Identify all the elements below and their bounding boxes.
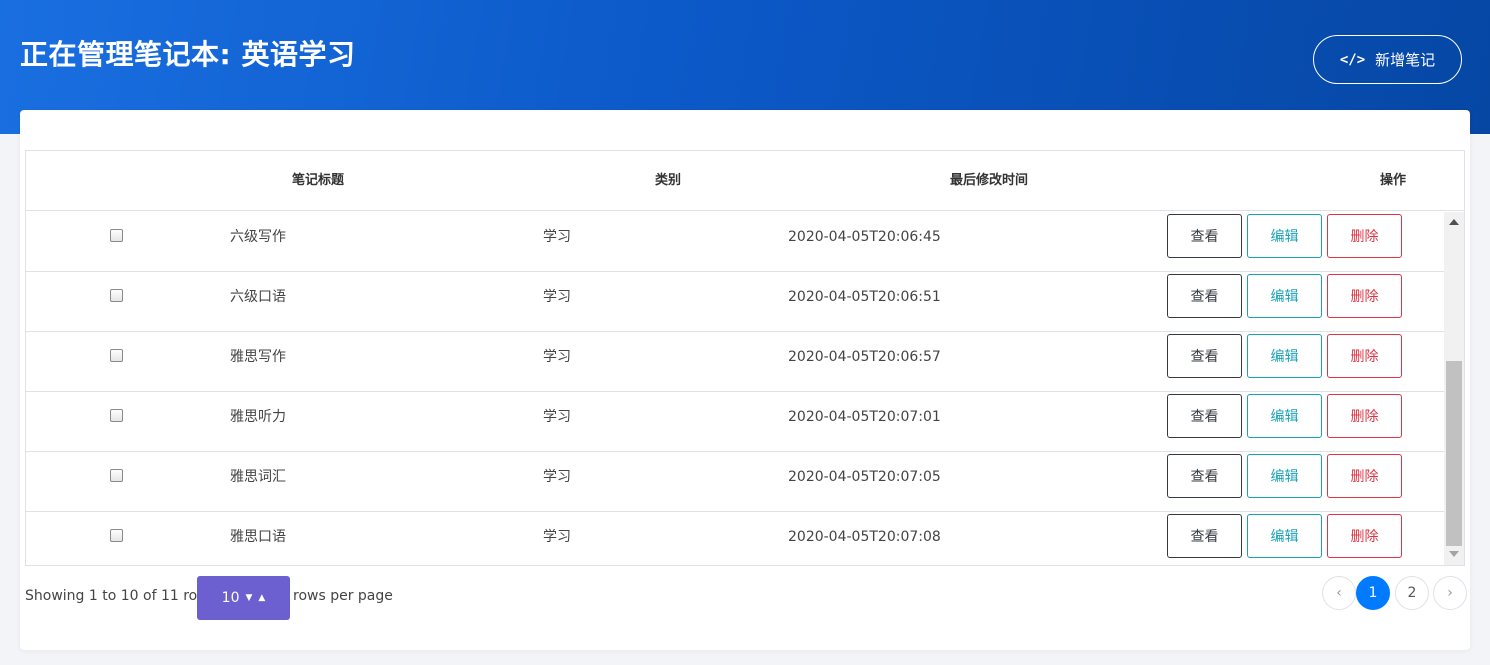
note-category: 学习 bbox=[543, 229, 571, 245]
edit-button[interactable]: 编辑 bbox=[1247, 394, 1322, 438]
note-title: 六级写作 bbox=[230, 229, 286, 245]
table-row: 六级口语 学习 2020-04-05T20:06:51 查看 编辑 删除 bbox=[26, 272, 1444, 332]
table-header: 笔记标题 类别 最后修改时间 操作 bbox=[26, 151, 1464, 211]
note-category: 学习 bbox=[543, 349, 571, 365]
note-modified: 2020-04-05T20:07:08 bbox=[788, 529, 941, 545]
caret-down-icon: ▼ bbox=[245, 593, 253, 603]
page-button-2[interactable]: 2 bbox=[1395, 576, 1429, 610]
note-category: 学习 bbox=[543, 529, 571, 545]
table-row: 雅思写作 学习 2020-04-05T20:06:57 查看 编辑 删除 bbox=[26, 332, 1444, 392]
view-button[interactable]: 查看 bbox=[1167, 514, 1242, 558]
scroll-up-arrow-icon[interactable] bbox=[1449, 219, 1459, 225]
delete-button[interactable]: 删除 bbox=[1327, 514, 1402, 558]
delete-button[interactable]: 删除 bbox=[1327, 394, 1402, 438]
page-title: 正在管理笔记本: 英语学习 bbox=[20, 38, 356, 71]
page-size-value: 10 bbox=[221, 590, 240, 606]
scroll-thumb[interactable] bbox=[1446, 361, 1462, 546]
page-button-1[interactable]: 1 bbox=[1356, 576, 1390, 610]
notes-table: 笔记标题 类别 最后修改时间 操作 六级写作 学习 2020-04-05T20:… bbox=[25, 150, 1465, 566]
note-title: 雅思词汇 bbox=[230, 469, 286, 485]
row-checkbox[interactable] bbox=[110, 349, 123, 362]
code-icon: </> bbox=[1339, 51, 1366, 68]
table-scrollbar[interactable] bbox=[1444, 212, 1464, 565]
view-button[interactable]: 查看 bbox=[1167, 394, 1242, 438]
note-modified: 2020-04-05T20:07:01 bbox=[788, 409, 941, 425]
edit-button[interactable]: 编辑 bbox=[1247, 514, 1322, 558]
note-title: 六级口语 bbox=[230, 289, 286, 305]
table-row: 雅思听力 学习 2020-04-05T20:07:01 查看 编辑 删除 bbox=[26, 392, 1444, 452]
note-category: 学习 bbox=[543, 409, 571, 425]
previous-page-button[interactable]: ‹ bbox=[1322, 576, 1356, 610]
new-note-button[interactable]: </> 新增笔记 bbox=[1313, 35, 1462, 84]
note-modified: 2020-04-05T20:06:45 bbox=[788, 229, 941, 245]
row-checkbox[interactable] bbox=[110, 289, 123, 302]
note-title: 雅思听力 bbox=[230, 409, 286, 425]
table-body: 六级写作 学习 2020-04-05T20:06:45 查看 编辑 删除 六级口… bbox=[26, 212, 1444, 565]
row-checkbox[interactable] bbox=[110, 409, 123, 422]
table-row: 雅思词汇 学习 2020-04-05T20:07:05 查看 编辑 删除 bbox=[26, 452, 1444, 512]
delete-button[interactable]: 删除 bbox=[1327, 214, 1402, 258]
note-title: 雅思写作 bbox=[230, 349, 286, 365]
edit-button[interactable]: 编辑 bbox=[1247, 334, 1322, 378]
delete-button[interactable]: 删除 bbox=[1327, 334, 1402, 378]
column-header-title: 笔记标题 bbox=[292, 173, 345, 188]
note-modified: 2020-04-05T20:06:57 bbox=[788, 349, 941, 365]
note-category: 学习 bbox=[543, 469, 571, 485]
edit-button[interactable]: 编辑 bbox=[1247, 274, 1322, 318]
delete-button[interactable]: 删除 bbox=[1327, 274, 1402, 318]
view-button[interactable]: 查看 bbox=[1167, 454, 1242, 498]
table-row: 六级写作 学习 2020-04-05T20:06:45 查看 编辑 删除 bbox=[26, 212, 1444, 272]
column-header-actions: 操作 bbox=[1380, 173, 1407, 188]
table-row: 雅思口语 学习 2020-04-05T20:07:08 查看 编辑 删除 bbox=[26, 512, 1444, 565]
view-button[interactable]: 查看 bbox=[1167, 214, 1242, 258]
column-header-modified: 最后修改时间 bbox=[950, 173, 1029, 188]
delete-button[interactable]: 删除 bbox=[1327, 454, 1402, 498]
edit-button[interactable]: 编辑 bbox=[1247, 454, 1322, 498]
edit-button[interactable]: 编辑 bbox=[1247, 214, 1322, 258]
row-checkbox[interactable] bbox=[110, 529, 123, 542]
notes-card: 笔记标题 类别 最后修改时间 操作 六级写作 学习 2020-04-05T20:… bbox=[20, 110, 1470, 650]
column-header-category: 类别 bbox=[655, 173, 682, 188]
note-modified: 2020-04-05T20:07:05 bbox=[788, 469, 941, 485]
view-button[interactable]: 查看 bbox=[1167, 274, 1242, 318]
new-note-label: 新增笔记 bbox=[1375, 51, 1436, 69]
scroll-down-arrow-icon[interactable] bbox=[1449, 551, 1459, 557]
note-category: 学习 bbox=[543, 289, 571, 305]
note-title: 雅思口语 bbox=[230, 529, 286, 545]
row-checkbox[interactable] bbox=[110, 229, 123, 242]
row-checkbox[interactable] bbox=[110, 469, 123, 482]
view-button[interactable]: 查看 bbox=[1167, 334, 1242, 378]
pagination-info: Showing 1 to 10 of 11 rows bbox=[25, 588, 216, 604]
caret-up-icon: ▲ bbox=[258, 593, 266, 603]
page-size-dropdown[interactable]: 10 ▼ ▲ bbox=[197, 576, 290, 620]
next-page-button[interactable]: › bbox=[1433, 576, 1467, 610]
note-modified: 2020-04-05T20:06:51 bbox=[788, 289, 941, 305]
rows-per-page-label: rows per page bbox=[293, 588, 393, 604]
